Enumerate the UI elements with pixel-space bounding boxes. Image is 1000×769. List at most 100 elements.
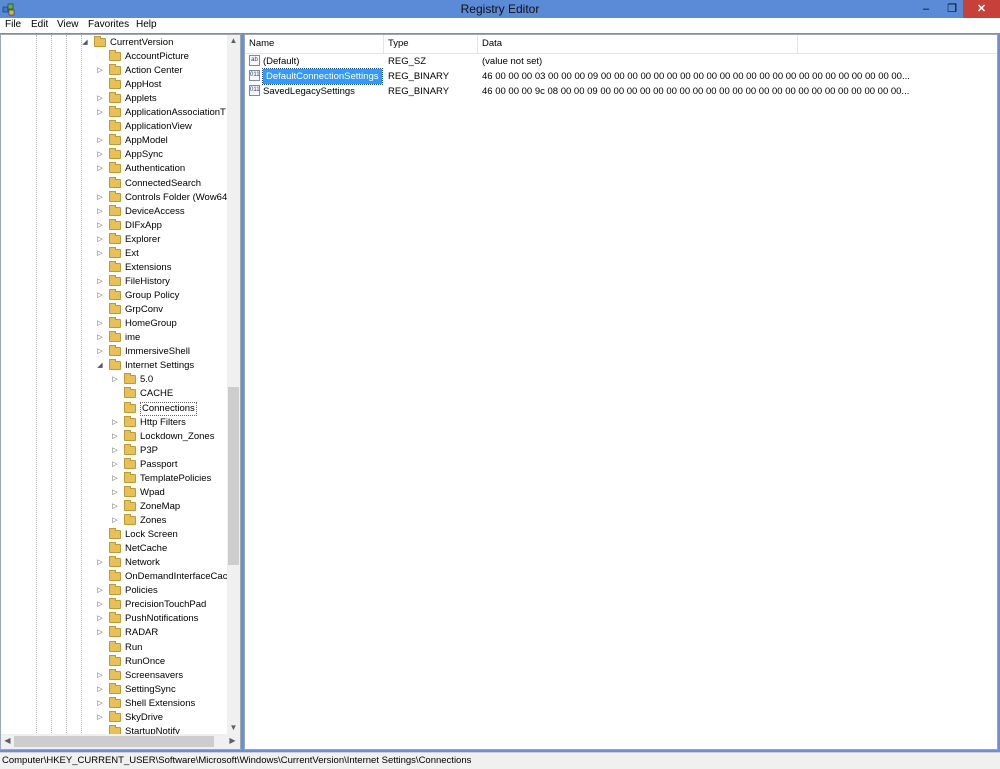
tree-node[interactable]: ▷ Shell Extensions xyxy=(1,696,226,711)
tree-node[interactable]: ▷ DIFxApp xyxy=(1,218,226,233)
menu-help[interactable]: Help xyxy=(136,19,157,30)
tree-node[interactable]: ◢ Internet Settings xyxy=(1,359,226,373)
expand-arrow-icon[interactable]: ▷ xyxy=(96,65,104,77)
tree-hscroll-thumb[interactable] xyxy=(14,736,214,747)
expand-arrow-icon[interactable]: ▷ xyxy=(111,473,119,485)
expand-arrow-icon[interactable]: ▷ xyxy=(96,670,104,682)
tree-node[interactable]: ▷ SettingSync xyxy=(1,682,226,697)
tree-node[interactable]: ▷ Network xyxy=(1,556,226,570)
tree-node[interactable]: ▷ ZoneMap xyxy=(1,499,226,514)
expand-arrow-icon[interactable]: ▷ xyxy=(96,698,104,710)
tree-node[interactable]: ▷ Policies xyxy=(1,584,226,598)
tree-node[interactable]: ▷ SkyDrive xyxy=(1,710,226,725)
expand-arrow-icon[interactable]: ▷ xyxy=(111,417,119,429)
tree-node[interactable]: ▷ Wpad xyxy=(1,485,226,500)
menu-favorites[interactable]: Favorites xyxy=(88,19,129,30)
tree-node[interactable]: Lock Screen xyxy=(1,528,226,542)
expand-arrow-icon[interactable]: ▷ xyxy=(96,135,104,147)
tree-node[interactable]: ▷ Explorer xyxy=(1,232,226,247)
maximize-button[interactable]: ❐ xyxy=(939,0,965,18)
menu-file[interactable]: File xyxy=(5,19,21,30)
expand-arrow-icon[interactable]: ▷ xyxy=(111,515,119,527)
expand-arrow-icon[interactable]: ▷ xyxy=(96,613,104,625)
menu-view[interactable]: View xyxy=(57,19,79,30)
tree-node[interactable]: ▷ DeviceAccess xyxy=(1,204,226,219)
tree-node[interactable]: NetCache xyxy=(1,542,226,556)
value-row[interactable]: 011 DefaultConnectionSettings REG_BINARY 46… xyxy=(245,68,997,85)
tree-scroll-thumb[interactable] xyxy=(228,387,239,565)
column-header-type[interactable]: Type xyxy=(384,35,478,53)
tree-node[interactable]: ▷ Screensavers xyxy=(1,668,226,683)
tree-node[interactable]: ▷ RADAR xyxy=(1,626,226,640)
expand-arrow-icon[interactable]: ▷ xyxy=(96,599,104,611)
collapse-arrow-icon[interactable]: ◢ xyxy=(81,37,89,49)
tree-node[interactable]: AppHost xyxy=(1,78,226,92)
tree-node[interactable]: ▷ Ext xyxy=(1,246,226,261)
tree-node[interactable]: ▷ ime xyxy=(1,331,226,345)
expand-arrow-icon[interactable]: ▷ xyxy=(111,501,119,513)
expand-arrow-icon[interactable]: ▷ xyxy=(96,149,104,161)
expand-arrow-icon[interactable]: ▷ xyxy=(96,248,104,260)
expand-arrow-icon[interactable]: ▷ xyxy=(111,459,119,471)
expand-arrow-icon[interactable]: ▷ xyxy=(96,627,104,639)
menu-edit[interactable]: Edit xyxy=(31,19,48,30)
expand-arrow-icon[interactable]: ▷ xyxy=(96,332,104,344)
tree-node[interactable]: ▷ PushNotifications xyxy=(1,612,226,626)
expand-arrow-icon[interactable]: ▷ xyxy=(96,93,104,105)
tree-node[interactable]: Connections xyxy=(1,401,226,416)
tree-node[interactable]: ▷ Applets xyxy=(1,92,226,106)
tree-node[interactable]: GrpConv xyxy=(1,303,226,317)
tree-node[interactable]: ▷ Controls Folder (Wow64) xyxy=(1,190,230,205)
scroll-left-arrow-icon[interactable]: ◀ xyxy=(1,736,14,745)
tree-node[interactable]: ▷ ApplicationAssociationT xyxy=(1,106,226,120)
tree-node[interactable]: ▷ FileHistory xyxy=(1,274,226,289)
tree-node[interactable]: ▷ Zones xyxy=(1,513,226,528)
value-row[interactable]: 011 SavedLegacySettings REG_BINARY 46 00 00… xyxy=(245,84,997,99)
expand-arrow-icon[interactable]: ▷ xyxy=(96,712,104,724)
expand-arrow-icon[interactable]: ▷ xyxy=(96,220,104,232)
values-list[interactable]: Name Type Data ab (Default) REG_SZ (value n… xyxy=(244,34,998,750)
expand-arrow-icon[interactable]: ▷ xyxy=(96,276,104,288)
tree-node[interactable]: ▷ 5.0 xyxy=(1,373,226,387)
tree-node[interactable]: CACHE xyxy=(1,387,226,401)
expand-arrow-icon[interactable]: ▷ xyxy=(96,290,104,302)
expand-arrow-icon[interactable]: ▷ xyxy=(96,163,104,175)
tree-node[interactable]: ▷ Http Filters xyxy=(1,415,226,430)
expand-arrow-icon[interactable]: ▷ xyxy=(96,234,104,246)
registry-tree[interactable]: ◢ CurrentVersion AccountPicture ▷ Action C… xyxy=(0,34,241,750)
tree-node[interactable]: ▷ HomeGroup xyxy=(1,317,226,331)
expand-arrow-icon[interactable]: ▷ xyxy=(111,374,119,386)
expand-arrow-icon[interactable]: ▷ xyxy=(96,192,104,204)
tree-node[interactable]: ▷ P3P xyxy=(1,443,226,458)
expand-arrow-icon[interactable]: ▷ xyxy=(96,585,104,597)
tree-vertical-scrollbar[interactable]: ▲ ▼ xyxy=(227,35,240,735)
expand-arrow-icon[interactable]: ▷ xyxy=(111,487,119,499)
expand-arrow-icon[interactable]: ▷ xyxy=(96,684,104,696)
close-button[interactable]: ✕ xyxy=(963,0,1000,18)
tree-node[interactable]: ConnectedSearch xyxy=(1,176,226,191)
scroll-down-arrow-icon[interactable]: ▼ xyxy=(227,723,240,732)
tree-node[interactable]: OnDemandInterfaceCach xyxy=(1,570,233,584)
tree-node[interactable]: ▷ Action Center xyxy=(1,64,226,78)
scroll-right-arrow-icon[interactable]: ▶ xyxy=(226,736,239,745)
collapse-arrow-icon[interactable]: ◢ xyxy=(96,360,104,372)
column-header-data[interactable]: Data xyxy=(478,35,798,53)
tree-horizontal-scrollbar[interactable]: ◀ ▶ xyxy=(1,734,240,749)
tree-node[interactable]: ApplicationView xyxy=(1,120,226,134)
expand-arrow-icon[interactable]: ▷ xyxy=(111,445,119,457)
tree-node[interactable]: ▷ TemplatePolicies xyxy=(1,471,226,486)
expand-arrow-icon[interactable]: ▷ xyxy=(96,557,104,569)
expand-arrow-icon[interactable]: ▷ xyxy=(96,318,104,330)
column-header-name[interactable]: Name xyxy=(245,35,384,53)
tree-node[interactable]: ▷ Passport xyxy=(1,457,226,472)
scroll-up-arrow-icon[interactable]: ▲ xyxy=(227,36,240,45)
value-row[interactable]: ab (Default) REG_SZ (value not set) xyxy=(245,54,997,69)
tree-node[interactable]: ▷ ImmersiveShell xyxy=(1,345,226,359)
tree-node[interactable]: ▷ Group Policy xyxy=(1,289,226,303)
minimize-button[interactable]: ‒ xyxy=(913,0,939,18)
tree-node[interactable]: RunOnce xyxy=(1,654,226,669)
tree-node[interactable]: ▷ AppSync xyxy=(1,148,226,162)
tree-node[interactable]: Run xyxy=(1,640,226,655)
tree-node[interactable]: ▷ PrecisionTouchPad xyxy=(1,598,226,612)
tree-node[interactable]: ▷ AppModel xyxy=(1,134,226,148)
